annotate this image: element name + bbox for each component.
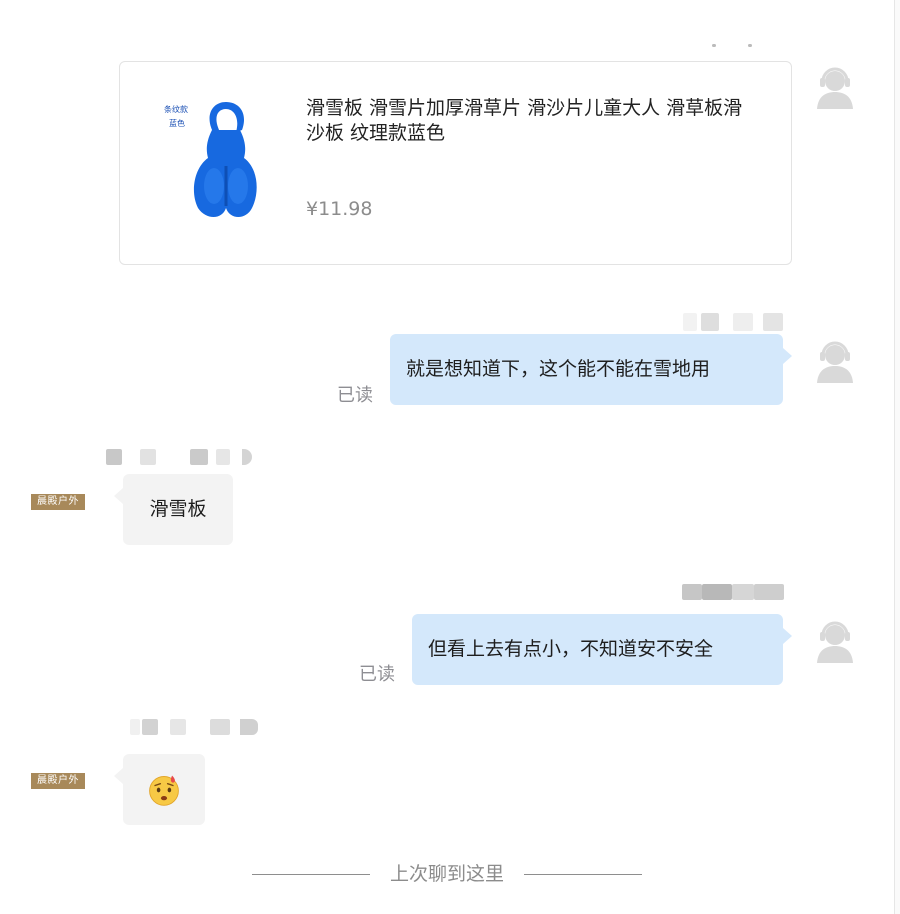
blurred-sender-name — [130, 719, 260, 735]
product-price: ¥11.98 — [306, 198, 373, 220]
read-status: 已读 — [337, 385, 373, 406]
user-headset-avatar-icon — [817, 341, 853, 383]
user-headset-avatar-icon — [817, 67, 853, 109]
image-label-line1: 条纹款 — [164, 104, 188, 114]
blurred-sender-name — [106, 449, 256, 465]
blurred-timestamp — [712, 44, 752, 50]
message-bubble-incoming[interactable] — [114, 754, 205, 825]
read-status: 已读 — [359, 664, 395, 685]
snow-sled-image: 条纹款 蓝色 — [164, 102, 257, 217]
message-bubble-incoming[interactable]: 滑雪板 — [114, 474, 233, 545]
avatar[interactable] — [812, 618, 858, 664]
store-badge: 晨殿户外 — [31, 494, 85, 510]
worried-face-emoji-icon — [149, 775, 179, 806]
history-divider: 上次聊到这里 — [389, 863, 504, 885]
blurred-timestamp — [683, 313, 783, 331]
product-image[interactable]: 条纹款 蓝色 — [160, 96, 280, 226]
product-card[interactable]: 条纹款 蓝色 滑雪板 滑雪片加厚滑草片 滑沙片儿童大人 滑草板滑沙板 纹理款蓝色… — [119, 61, 792, 265]
avatar[interactable] — [812, 64, 858, 110]
message-bubble-outgoing[interactable]: 但看上去有点小，不知道安不安全 — [412, 614, 792, 685]
store-badge: 晨殿户外 — [31, 773, 85, 789]
message-bubble-outgoing[interactable]: 就是想知道下，这个能不能在雪地用 — [390, 334, 792, 405]
image-label-line2: 蓝色 — [169, 118, 185, 128]
avatar[interactable] — [812, 338, 858, 384]
user-headset-avatar-icon — [817, 621, 853, 663]
divider-line-left — [252, 874, 370, 875]
scrollbar[interactable] — [894, 0, 900, 914]
divider-line-right — [524, 874, 642, 875]
blurred-timestamp — [682, 584, 784, 600]
chat-window: 条纹款 蓝色 滑雪板 滑雪片加厚滑草片 滑沙片儿童大人 滑草板滑沙板 纹理款蓝色… — [0, 0, 900, 914]
product-title[interactable]: 滑雪板 滑雪片加厚滑草片 滑沙片儿童大人 滑草板滑沙板 纹理款蓝色 — [306, 96, 746, 146]
